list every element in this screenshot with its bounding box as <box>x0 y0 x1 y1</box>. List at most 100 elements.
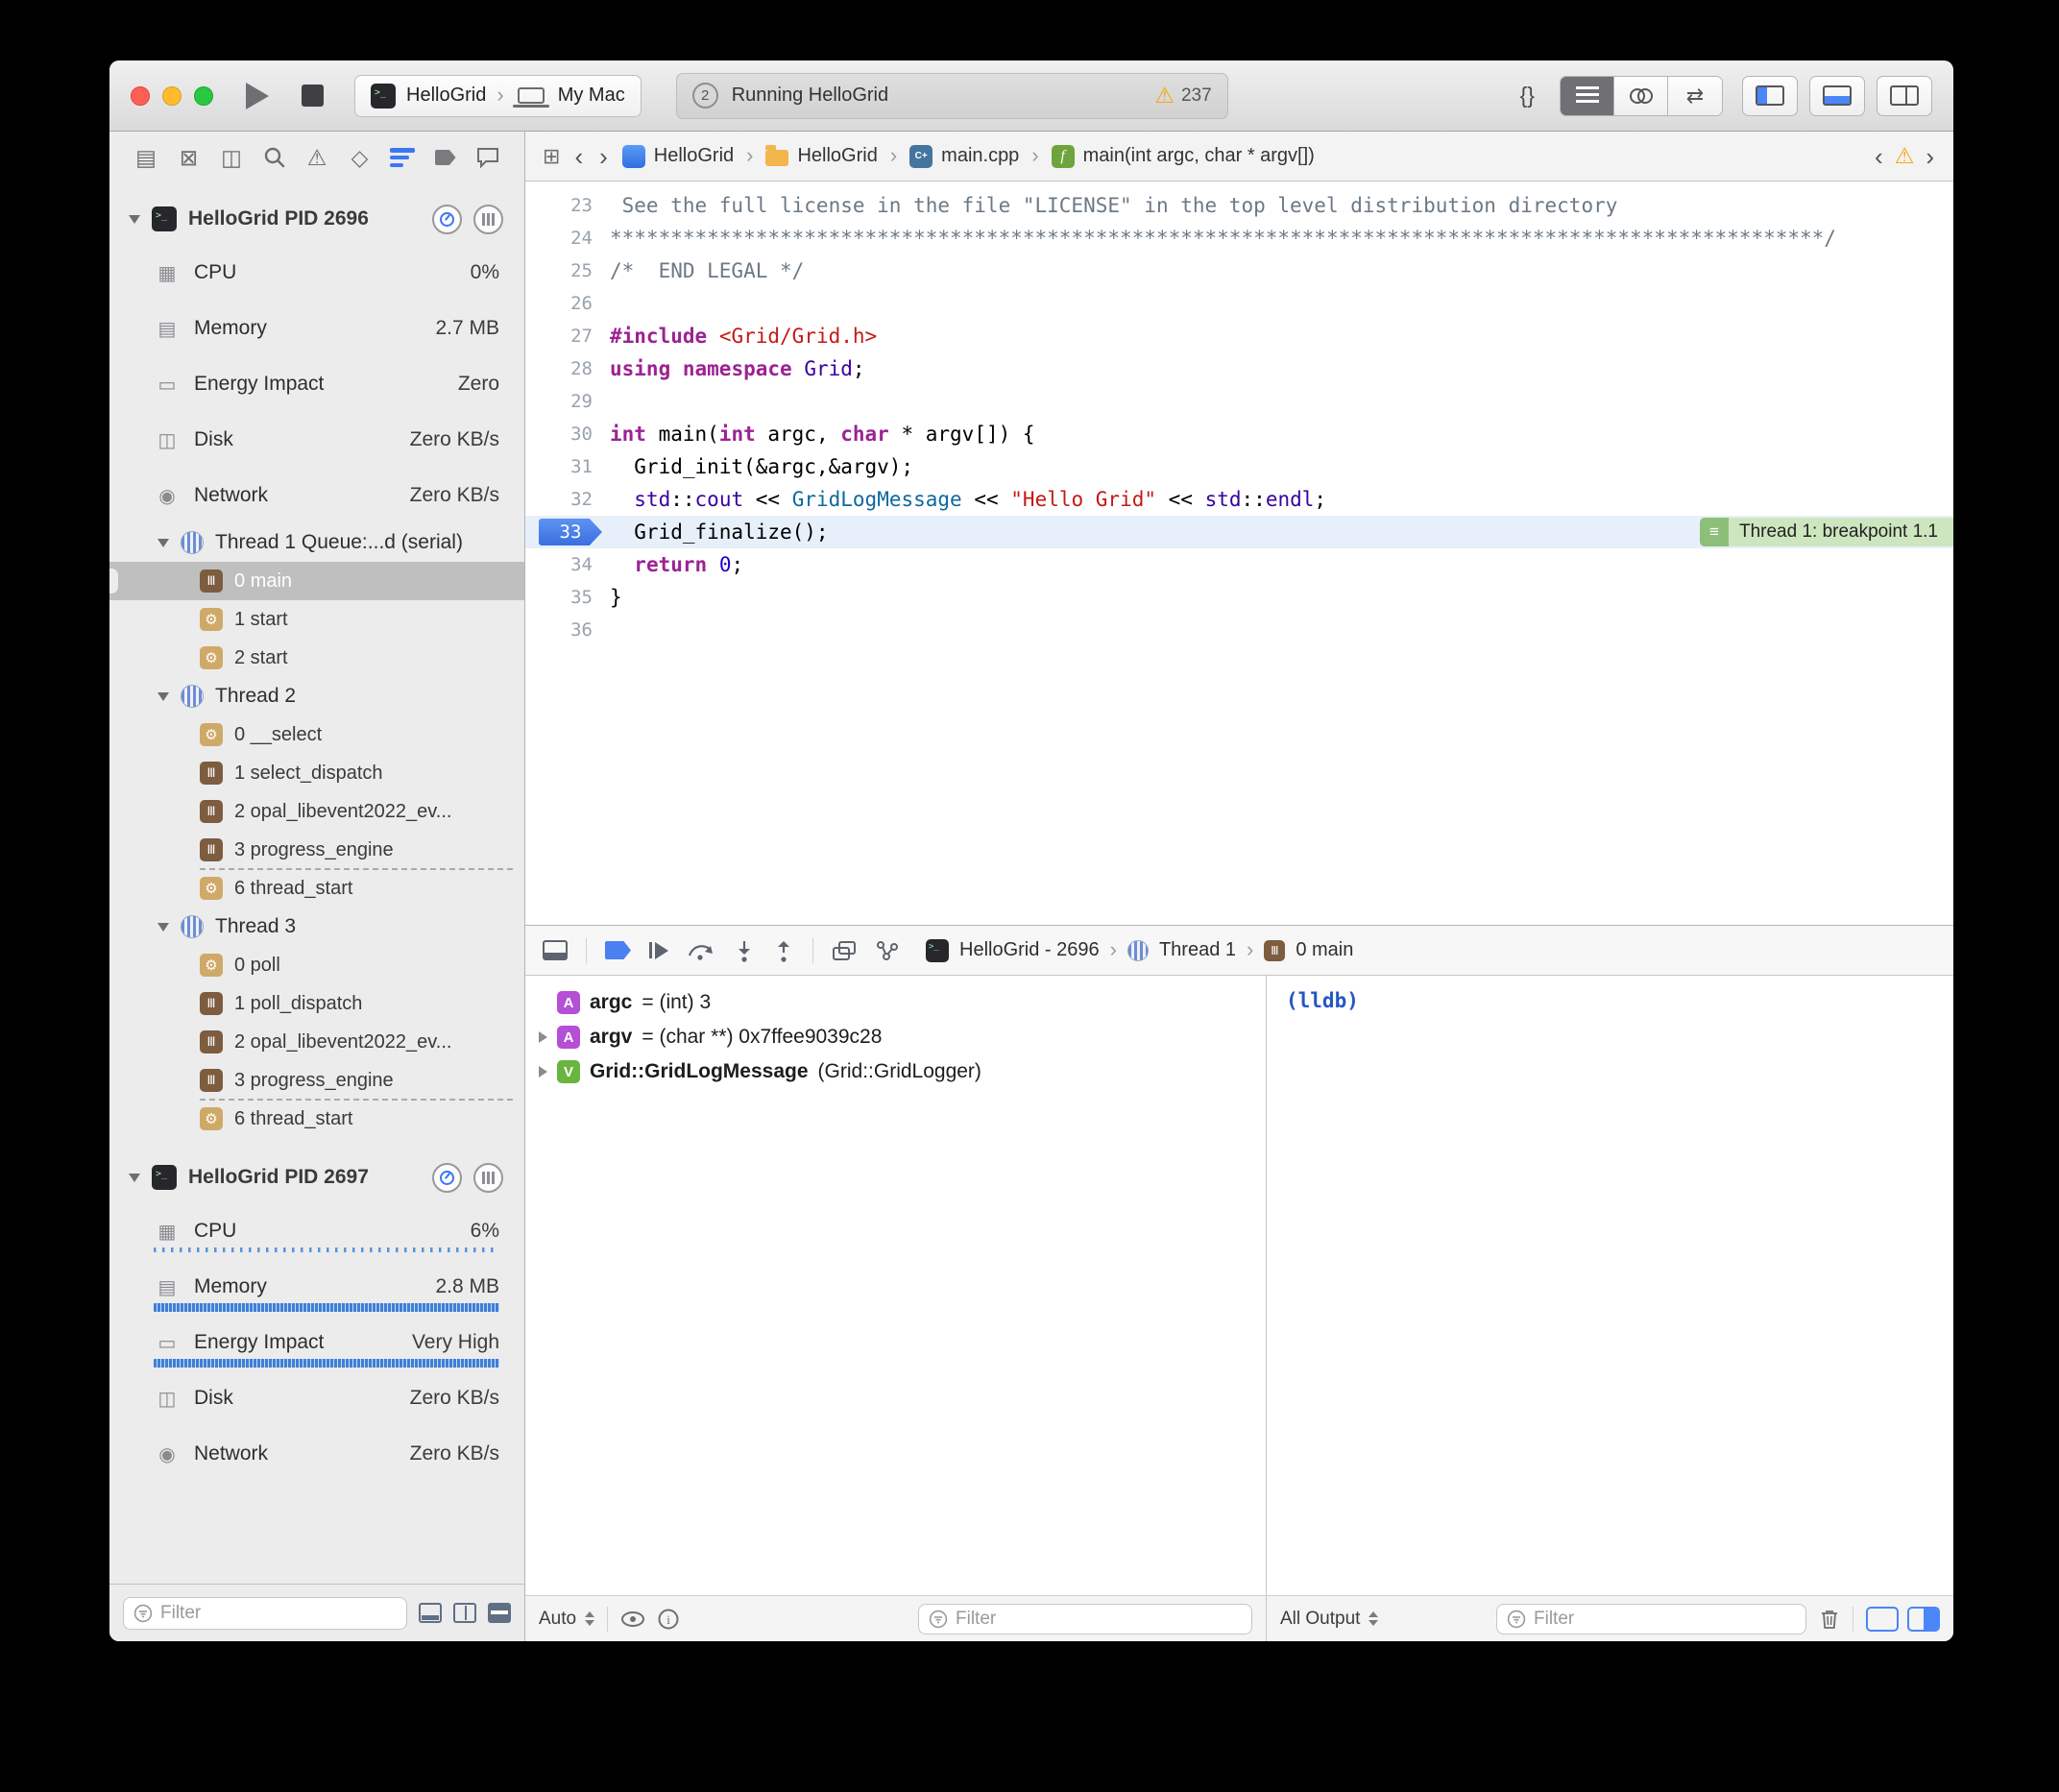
code-text[interactable]: using namespace Grid; <box>610 352 865 385</box>
assistant-editor-button[interactable] <box>1614 77 1668 115</box>
gauge-row-cpu[interactable]: ▦CPU6% <box>109 1203 524 1259</box>
toggle-inspector-button[interactable] <box>1877 76 1932 116</box>
source-control-navigator-icon[interactable]: ⊠ <box>172 140 206 175</box>
stack-frame-row[interactable]: ⚙1 start <box>109 600 524 639</box>
view-hierarchy-button[interactable] <box>832 939 857 962</box>
code-text[interactable]: /* END LEGAL */ <box>610 254 804 287</box>
issue-navigator-icon[interactable]: ⚠ <box>300 140 334 175</box>
stack-frame-row[interactable]: Ⅲ1 poll_dispatch <box>109 984 524 1023</box>
source-editor[interactable]: 23 See the full license in the file "LIC… <box>525 182 1953 925</box>
breakpoint-annotation[interactable]: ≡Thread 1: breakpoint 1.1 <box>1700 518 1953 546</box>
activity-viewer[interactable]: 2 Running HelloGrid ⚠ 237 <box>676 73 1228 119</box>
navigator-filter-field[interactable] <box>123 1597 407 1630</box>
thread-row[interactable]: Thread 1 Queue:...d (serial) <box>109 523 524 562</box>
disclosure-triangle-icon[interactable] <box>129 1174 140 1182</box>
stack-frame-row[interactable]: Ⅲ3 progress_engine <box>109 831 524 869</box>
forward-button[interactable]: › <box>597 144 610 169</box>
stack-frame-row[interactable]: ⚙6 thread_start <box>109 1100 524 1138</box>
standard-editor-button[interactable] <box>1561 77 1614 115</box>
breakpoint-navigator-icon[interactable] <box>428 140 463 175</box>
gauge-row-memory[interactable]: ▤Memory2.7 MB <box>109 301 524 356</box>
show-variables-view-toggle[interactable] <box>1866 1607 1899 1632</box>
gauge-row-energy-impact[interactable]: ▭Energy ImpactVery High <box>109 1315 524 1370</box>
code-text[interactable]: See the full license in the file "LICENS… <box>610 189 1617 222</box>
process-header[interactable]: HelloGrid PID 2697 <box>109 1151 524 1203</box>
debug-crumb-thread[interactable]: Thread 1 <box>1159 939 1236 961</box>
variables-scope-popup[interactable]: Auto <box>539 1609 594 1630</box>
console-filter-input[interactable] <box>1534 1609 1796 1630</box>
activity-count-badge[interactable]: 2 <box>692 83 718 109</box>
console-filter-field[interactable] <box>1496 1604 1806 1635</box>
stack-frame-row[interactable]: ⚙6 thread_start <box>109 869 524 908</box>
toggle-debug-area-button[interactable] <box>1809 76 1865 116</box>
debug-crumb-process[interactable]: HelloGrid - 2696 <box>959 939 1100 961</box>
test-navigator-icon[interactable]: ◇ <box>343 140 377 175</box>
warning-icon[interactable]: ⚠ <box>1895 145 1915 167</box>
line-number-gutter[interactable]: 23 <box>525 189 610 222</box>
project-navigator-icon[interactable]: ▤ <box>129 140 163 175</box>
breakpoint-indicator[interactable]: 33 <box>539 519 602 545</box>
view-process-by-thread-toggle[interactable] <box>453 1603 476 1623</box>
line-number-gutter[interactable]: 34 <box>525 548 610 581</box>
line-number-gutter[interactable]: 26 <box>525 287 610 320</box>
gauge-row-energy-impact[interactable]: ▭Energy ImpactZero <box>109 356 524 412</box>
memory-graph-button[interactable] <box>875 939 900 962</box>
find-navigator-icon[interactable] <box>257 140 292 175</box>
disclosure-triangle-icon[interactable] <box>539 1031 547 1043</box>
profile-gauge-button[interactable] <box>432 1163 462 1193</box>
jumpbar-crumb-file[interactable]: C+ main.cpp <box>909 145 1019 168</box>
debug-navigator-icon[interactable] <box>385 140 420 175</box>
console-scope-popup[interactable]: All Output <box>1280 1609 1378 1630</box>
code-snippets-button[interactable]: {} <box>1514 83 1540 109</box>
jumpbar-crumb-project[interactable]: HelloGrid <box>622 145 734 168</box>
report-navigator-icon[interactable] <box>471 140 505 175</box>
variable-row[interactable]: Aargc= (int) 3 <box>525 985 1266 1020</box>
jumpbar-crumb-group[interactable]: HelloGrid <box>765 145 877 167</box>
gauge-row-disk[interactable]: ◫DiskZero KB/s <box>109 412 524 468</box>
thread-row[interactable]: Thread 3 <box>109 908 524 946</box>
issues-badge[interactable]: ⚠ 237 <box>1154 85 1211 107</box>
profile-gauge-button[interactable] <box>432 205 462 234</box>
run-button[interactable] <box>246 83 269 109</box>
step-into-button[interactable] <box>734 939 755 962</box>
stack-frame-row[interactable]: Ⅲ0 main <box>109 562 524 600</box>
line-number-gutter[interactable]: 30 <box>525 418 610 450</box>
minimize-window-button[interactable] <box>162 86 182 106</box>
clear-console-button[interactable] <box>1819 1608 1840 1631</box>
step-out-button[interactable] <box>773 939 794 962</box>
console-output[interactable]: (lldb) <box>1267 976 1953 1595</box>
show-console-toggle[interactable] <box>1907 1607 1940 1632</box>
back-button[interactable]: ‹ <box>572 144 585 169</box>
code-text[interactable]: std::cout << GridLogMessage << "Hello Gr… <box>610 483 1326 516</box>
line-number-gutter[interactable]: 33 <box>525 516 610 548</box>
print-description-button[interactable]: i <box>658 1609 679 1630</box>
disclosure-triangle-icon[interactable] <box>157 923 169 932</box>
show-paused-threads-toggle[interactable] <box>419 1603 442 1623</box>
symbol-navigator-icon[interactable]: ◫ <box>214 140 249 175</box>
stack-frame-row[interactable]: Ⅲ1 select_dispatch <box>109 754 524 792</box>
stack-frame-row[interactable]: Ⅲ2 opal_libevent2022_ev... <box>109 1023 524 1061</box>
disclosure-triangle-icon[interactable] <box>129 215 140 224</box>
stack-frame-row[interactable]: ⚙0 __select <box>109 715 524 754</box>
show-only-crashed-toggle[interactable] <box>488 1603 511 1623</box>
process-bars-button[interactable] <box>473 1163 503 1193</box>
line-number-gutter[interactable]: 28 <box>525 352 610 385</box>
gauge-row-network[interactable]: ◉NetworkZero KB/s <box>109 1426 524 1482</box>
gauge-row-network[interactable]: ◉NetworkZero KB/s <box>109 468 524 523</box>
code-text[interactable]: } <box>610 581 622 614</box>
next-issue-button[interactable]: › <box>1924 144 1936 169</box>
code-text[interactable]: Grid_finalize(); <box>610 516 829 548</box>
disclosure-triangle-icon[interactable] <box>539 1066 547 1078</box>
code-text[interactable]: Grid_init(&argc,&argv); <box>610 450 913 483</box>
version-editor-button[interactable]: ⇄ <box>1668 77 1722 115</box>
line-number-gutter[interactable]: 25 <box>525 254 610 287</box>
variables-filter-input[interactable] <box>956 1609 1242 1630</box>
quick-look-button[interactable] <box>620 1610 645 1628</box>
line-number-gutter[interactable]: 24 <box>525 222 610 254</box>
related-items-icon[interactable]: ⊞ <box>543 146 560 167</box>
code-text[interactable]: ****************************************… <box>610 222 1836 254</box>
stack-frame-row[interactable]: ⚙0 poll <box>109 946 524 984</box>
stop-button[interactable] <box>302 85 324 107</box>
process-bars-button[interactable] <box>473 205 503 234</box>
stack-frame-row[interactable]: Ⅲ2 opal_libevent2022_ev... <box>109 792 524 831</box>
